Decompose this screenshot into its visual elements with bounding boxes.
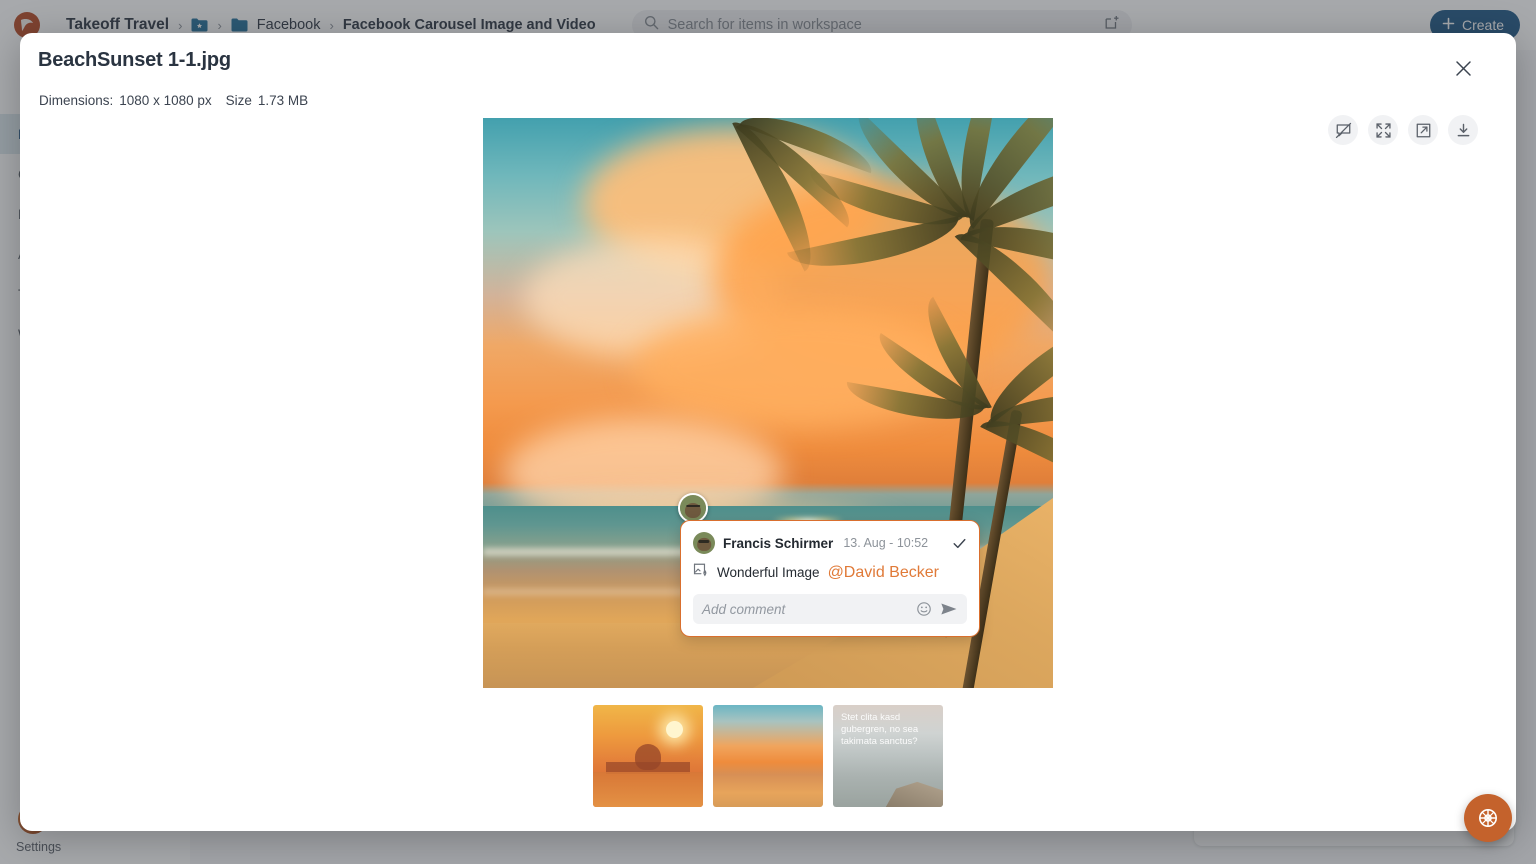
comment-input-row[interactable]: Add comment [693, 594, 967, 624]
asset-metadata: Dimensions: 1080 x 1080 px Size 1.73 MB [39, 93, 308, 108]
comment-author: Francis Schirmer [723, 535, 834, 551]
image-pin-icon [693, 562, 709, 583]
avatar [693, 532, 715, 554]
comment-popup: Francis Schirmer 13. Aug - 10:52 Wonderf… [680, 520, 980, 637]
size-value: 1.73 MB [257, 93, 309, 108]
modal-toolbar [1328, 115, 1478, 145]
send-icon[interactable] [940, 601, 958, 617]
sun [666, 721, 684, 739]
open-external-icon[interactable] [1408, 115, 1438, 145]
dimensions-value: 1080 x 1080 px [119, 93, 212, 108]
comment-text: Wonderful Image [717, 565, 820, 580]
page-title: BeachSunset 1-1.jpg [38, 49, 231, 71]
comment-pin-avatar[interactable] [678, 493, 708, 523]
asset-preview-modal: BeachSunset 1-1.jpg Dimensions: 1080 x 1… [20, 33, 1516, 831]
comment-input[interactable]: Add comment [702, 602, 908, 617]
palm-tree [603, 118, 879, 272]
avatar-image [693, 532, 715, 554]
close-icon[interactable] [1450, 55, 1476, 81]
thumbnail-strip: Stet clita kasd gubergren, no sea takima… [20, 705, 1516, 807]
thumbnail-coastal-overlook[interactable]: Stet clita kasd gubergren, no sea takima… [833, 705, 943, 807]
emoji-icon[interactable] [916, 601, 932, 617]
size-label: Size [225, 93, 252, 108]
comment-header: Francis Schirmer 13. Aug - 10:52 [693, 532, 967, 554]
comment-timestamp: 13. Aug - 10:52 [843, 536, 929, 550]
avatar [680, 495, 706, 521]
rock-formation [885, 781, 943, 807]
thumbnail-taj-mahal-sunset[interactable] [593, 705, 703, 807]
comment-mention[interactable]: @David Becker [828, 564, 939, 582]
thumbnail-caption: Stet clita kasd gubergren, no sea takima… [841, 712, 919, 747]
check-icon[interactable] [952, 536, 967, 551]
globe-icon[interactable] [1464, 794, 1512, 842]
water-reflection [593, 772, 703, 807]
thumbnail-beach-sunset-palm[interactable] [713, 705, 823, 807]
comment-off-icon[interactable] [1328, 115, 1358, 145]
fullscreen-icon[interactable] [1368, 115, 1398, 145]
download-icon[interactable] [1448, 115, 1478, 145]
comment-body: Wonderful Image @David Becker [693, 562, 967, 583]
dimensions-label: Dimensions: [39, 93, 114, 108]
